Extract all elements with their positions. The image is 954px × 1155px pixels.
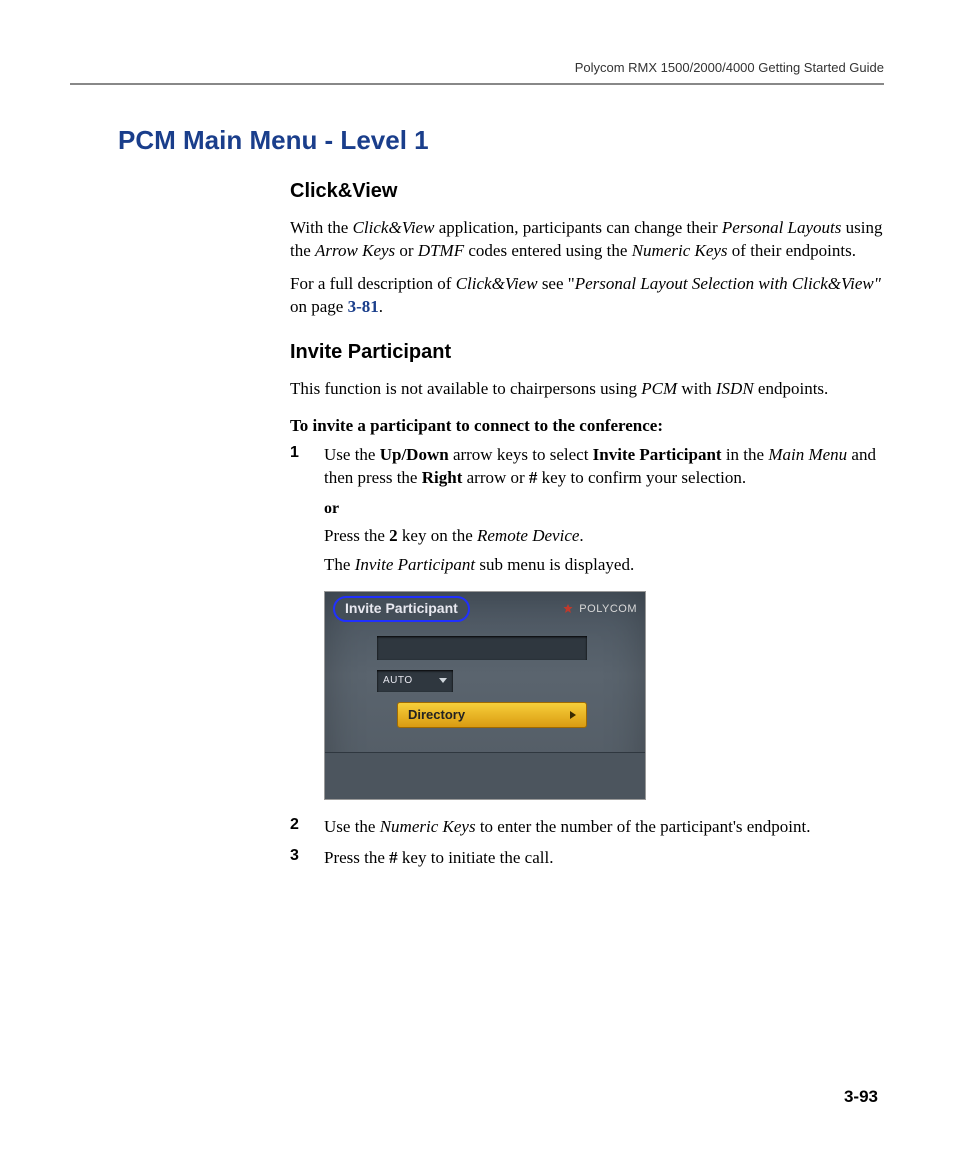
step-3-num: 3 bbox=[290, 847, 324, 870]
invite-heading: Invite Participant bbox=[290, 341, 884, 364]
step-1-alt1: Press the 2 key on the Remote Device. bbox=[324, 525, 884, 548]
step-2: 2 Use the Numeric Keys to enter the numb… bbox=[290, 816, 884, 839]
step-2-num: 2 bbox=[290, 816, 324, 839]
step-1-num: 1 bbox=[290, 444, 324, 490]
polycom-logo-icon bbox=[562, 603, 574, 615]
or-line: or bbox=[324, 498, 884, 520]
clickview-p1: With the Click&View application, partici… bbox=[290, 217, 884, 263]
chevron-down-icon bbox=[439, 678, 447, 683]
figure-auto-dropdown: AUTO bbox=[377, 670, 453, 692]
figure-brand: POLYCOM bbox=[562, 603, 637, 615]
figure-directory-button: Directory bbox=[397, 702, 587, 728]
page-number: 3-93 bbox=[844, 1087, 878, 1107]
figure-tab: Invite Participant bbox=[333, 596, 470, 622]
invite-p1: This function is not available to chairp… bbox=[290, 378, 884, 401]
page-ref-link[interactable]: 3-81 bbox=[348, 297, 379, 316]
section-title: PCM Main Menu - Level 1 bbox=[118, 125, 884, 156]
step-1-alt2: The Invite Participant sub menu is displ… bbox=[324, 554, 884, 577]
figure-footer bbox=[325, 752, 645, 799]
instr-lead: To invite a participant to connect to th… bbox=[290, 415, 884, 438]
header-rule bbox=[70, 83, 884, 85]
figure-number-input bbox=[377, 636, 587, 660]
invite-submenu-figure: Invite Participant POLYCOM AUTO Director… bbox=[324, 591, 646, 800]
step-3: 3 Press the # key to initiate the call. bbox=[290, 847, 884, 870]
clickview-heading: Click&View bbox=[290, 180, 884, 203]
step-1: 1 Use the Up/Down arrow keys to select I… bbox=[290, 444, 884, 490]
chevron-right-icon bbox=[570, 711, 576, 719]
doc-header: Polycom RMX 1500/2000/4000 Getting Start… bbox=[70, 60, 884, 75]
clickview-p2: For a full description of Click&View see… bbox=[290, 273, 884, 319]
